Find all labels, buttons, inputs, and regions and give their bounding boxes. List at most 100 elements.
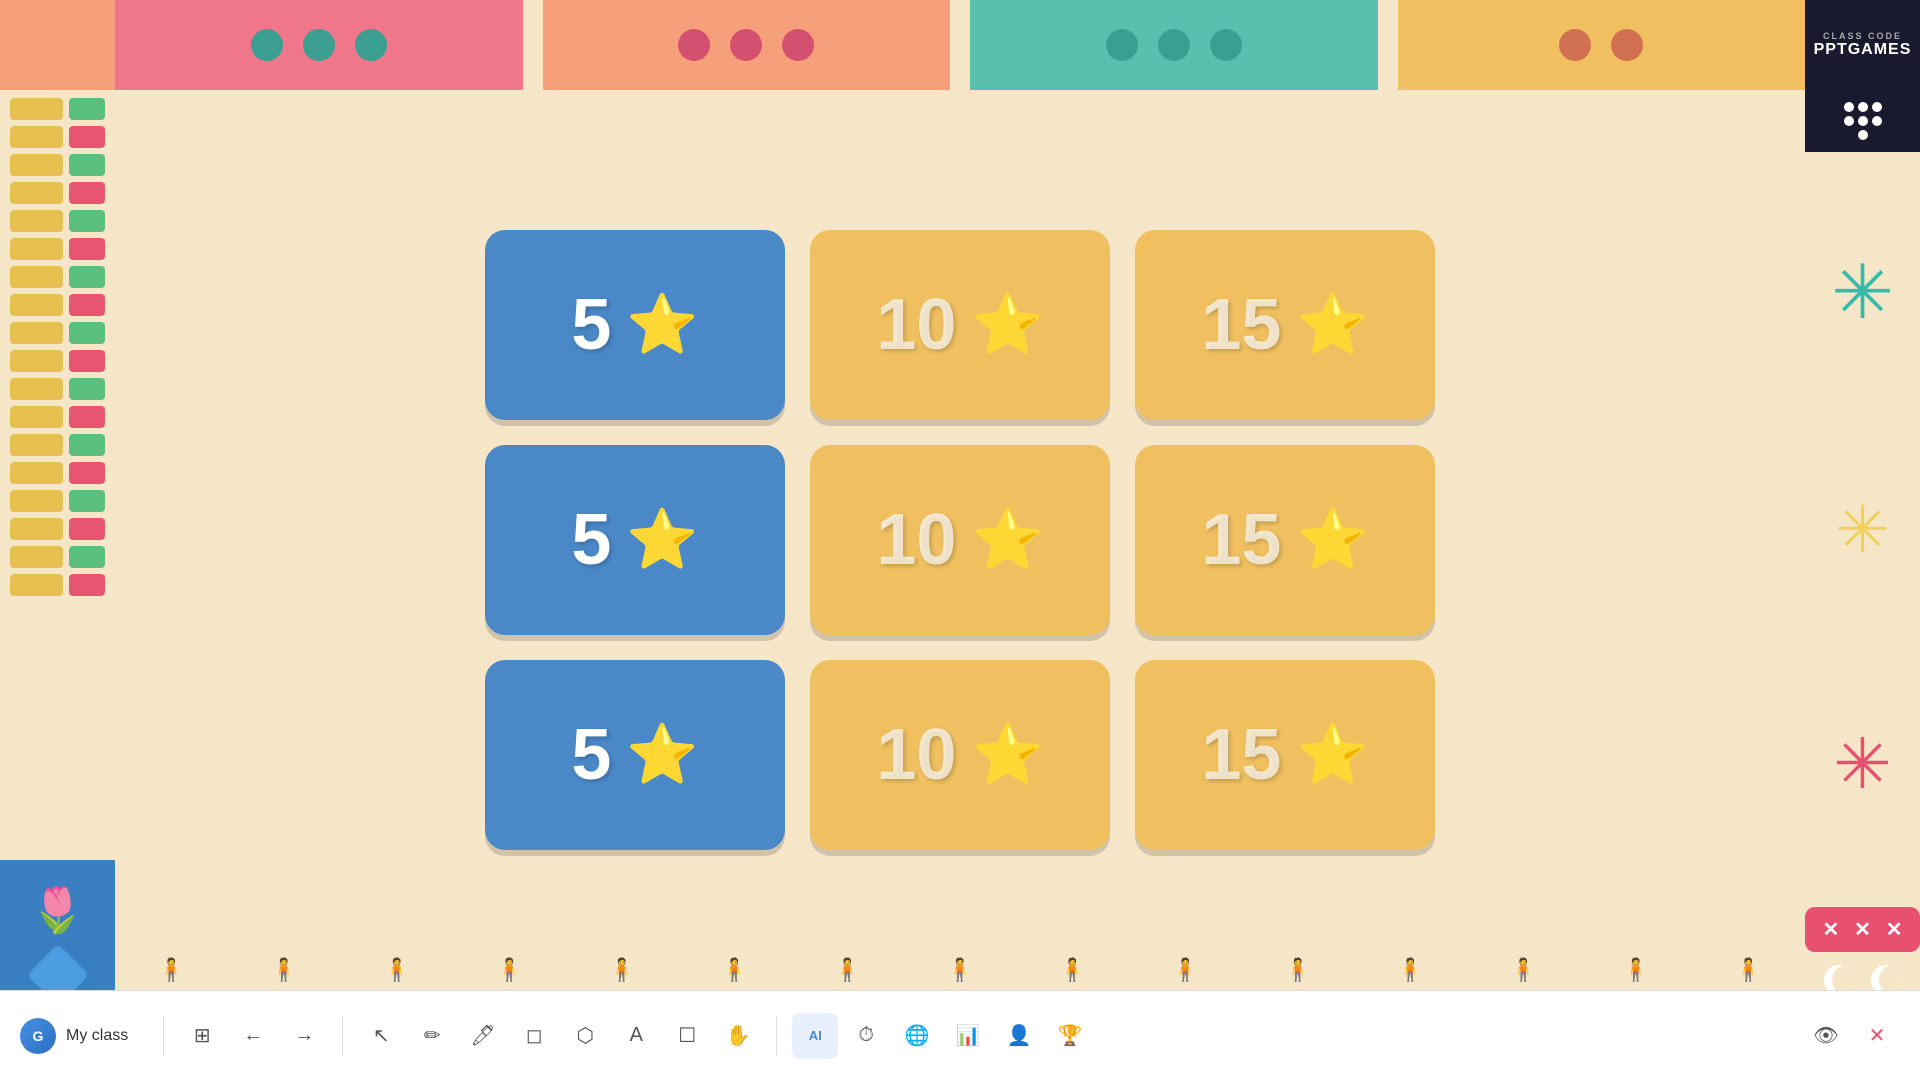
card-10-gold-2[interactable]: 10 ⭐: [810, 445, 1110, 635]
toolbar-brand: G My class: [20, 1018, 128, 1054]
card-value-5: 10: [876, 499, 956, 581]
starburst-teal: ✳: [1831, 255, 1894, 330]
figure-12: 🧍: [1397, 957, 1424, 983]
starburst-pink: ✳: [1833, 729, 1892, 799]
x-symbol-2: ✕: [1854, 917, 1871, 942]
semi-circle-2: [303, 29, 335, 61]
figure-2: 🧍: [270, 957, 297, 983]
top-seg-gold: [1398, 0, 1806, 90]
card-5-blue-3[interactable]: 5 ⭐: [485, 660, 785, 850]
semi-circle-4: [678, 29, 710, 61]
card-5-blue-2[interactable]: 5 ⭐: [485, 445, 785, 635]
eraser-button[interactable]: ◻: [511, 1013, 557, 1059]
x-symbol-3: ✕: [1886, 917, 1903, 942]
card-value-7: 5: [571, 714, 611, 796]
timer-button[interactable]: ⏱: [843, 1013, 889, 1059]
forward-button[interactable]: →: [281, 1013, 327, 1059]
card-15-gold-1[interactable]: 15 ⭐: [1135, 230, 1435, 420]
text-button[interactable]: A: [613, 1013, 659, 1059]
figure-5: 🧍: [608, 957, 635, 983]
star-icon-7: ⭐: [626, 721, 698, 789]
figure-3: 🧍: [383, 957, 410, 983]
bottom-deco-bar: 🧍 🧍 🧍 🧍 🧍 🧍 🧍 🧍 🧍 🧍 🧍 🧍 🧍 🧍 🧍: [115, 950, 1805, 990]
trophy-button[interactable]: 🏆: [1047, 1013, 1093, 1059]
shape-button[interactable]: ⬡: [562, 1013, 608, 1059]
semi-circle-10: [1559, 29, 1591, 61]
card-value-2: 10: [876, 284, 956, 366]
app-logo: class code PPTGAMES: [1805, 0, 1920, 90]
bottom-toolbar: G My class ⊞ ← → ↖ ✏ 🖊 ◻ ⬡ A ☐ ✋ AI ⏱ 🌐 …: [0, 990, 1920, 1080]
card-15-gold-2[interactable]: 15 ⭐: [1135, 445, 1435, 635]
semi-circle-8: [1158, 29, 1190, 61]
hand-button[interactable]: ✋: [715, 1013, 761, 1059]
star-icon-6: ⭐: [1296, 506, 1368, 574]
star-icon-3: ⭐: [1296, 291, 1368, 359]
divider-2: [342, 1016, 343, 1056]
hide-button[interactable]: 👁: [1803, 1013, 1849, 1059]
ai-button[interactable]: AI: [792, 1013, 838, 1059]
logo-dots-box: [1805, 90, 1920, 152]
main-area: 5 ⭐ 10 ⭐ 15 ⭐ 5 ⭐ 10 ⭐ 15 ⭐ 5 ⭐ 10: [115, 90, 1805, 990]
card-10-gold-1[interactable]: 10 ⭐: [810, 230, 1110, 420]
close-button[interactable]: ✕: [1854, 1013, 1900, 1059]
chart-button[interactable]: 📊: [945, 1013, 991, 1059]
figure-11: 🧍: [1284, 957, 1311, 983]
card-value-6: 15: [1201, 499, 1281, 581]
browser-button[interactable]: 🌐: [894, 1013, 940, 1059]
card-5-blue-1[interactable]: 5 ⭐: [485, 230, 785, 420]
semi-circle-3: [355, 29, 387, 61]
semi-circle-11: [1611, 29, 1643, 61]
x-symbol-1: ✕: [1822, 917, 1839, 942]
figure-4: 🧍: [496, 957, 523, 983]
user-button[interactable]: 👤: [996, 1013, 1042, 1059]
star-icon-4: ⭐: [626, 506, 698, 574]
pen-button[interactable]: ✏: [409, 1013, 455, 1059]
card-value-4: 5: [571, 499, 611, 581]
grid-button[interactable]: ⊞: [179, 1013, 225, 1059]
top-gap-1: [523, 0, 543, 90]
figure-6: 🧍: [721, 957, 748, 983]
top-decoration-bar: [115, 0, 1805, 90]
figure-7: 🧍: [834, 957, 861, 983]
right-sidebar: class code PPTGAMES ✳ ✳ ✳ ✕ ✕ ✕ +: [1805, 0, 1920, 1080]
top-seg-teal: [970, 0, 1378, 90]
tulip-icon: 🌷: [30, 884, 85, 936]
highlight-button[interactable]: 🖊: [460, 1013, 506, 1059]
right-decorations: ✳ ✳ ✳: [1805, 152, 1920, 902]
x-panel: ✕ ✕ ✕: [1805, 907, 1920, 952]
top-seg-salmon: [543, 0, 951, 90]
brand-name: My class: [66, 1027, 128, 1045]
figure-13: 🧍: [1510, 957, 1537, 983]
semi-circle-6: [782, 29, 814, 61]
frame-button[interactable]: ☐: [664, 1013, 710, 1059]
card-value-8: 10: [876, 714, 956, 796]
figure-8: 🧍: [946, 957, 973, 983]
figure-14: 🧍: [1622, 957, 1649, 983]
divider-1: [163, 1016, 164, 1056]
card-value-3: 15: [1201, 284, 1281, 366]
top-seg-pink: [115, 0, 523, 90]
pptgames-label: PPTGAMES: [1814, 41, 1912, 59]
top-gap-2: [950, 0, 970, 90]
card-15-gold-3[interactable]: 15 ⭐: [1135, 660, 1435, 850]
pointer-button[interactable]: ↖: [358, 1013, 404, 1059]
star-icon-9: ⭐: [1296, 721, 1368, 789]
top-gap-3: [1378, 0, 1398, 90]
star-icon-2: ⭐: [971, 291, 1043, 359]
figure-1: 🧍: [158, 957, 185, 983]
brand-logo: G: [20, 1018, 56, 1054]
starburst-yellow: ✳: [1835, 497, 1889, 562]
sidebar-stripes: [0, 90, 115, 860]
semi-circle-1: [251, 29, 283, 61]
semi-circle-7: [1106, 29, 1138, 61]
semi-circle-5: [730, 29, 762, 61]
back-button[interactable]: ←: [230, 1013, 276, 1059]
card-10-gold-3[interactable]: 10 ⭐: [810, 660, 1110, 850]
star-icon-1: ⭐: [626, 291, 698, 359]
figure-9: 🧍: [1059, 957, 1086, 983]
logo-dots: [1844, 102, 1882, 140]
card-value-9: 15: [1201, 714, 1281, 796]
semi-circle-9: [1210, 29, 1242, 61]
star-icon-8: ⭐: [971, 721, 1043, 789]
card-value-1: 5: [571, 284, 611, 366]
